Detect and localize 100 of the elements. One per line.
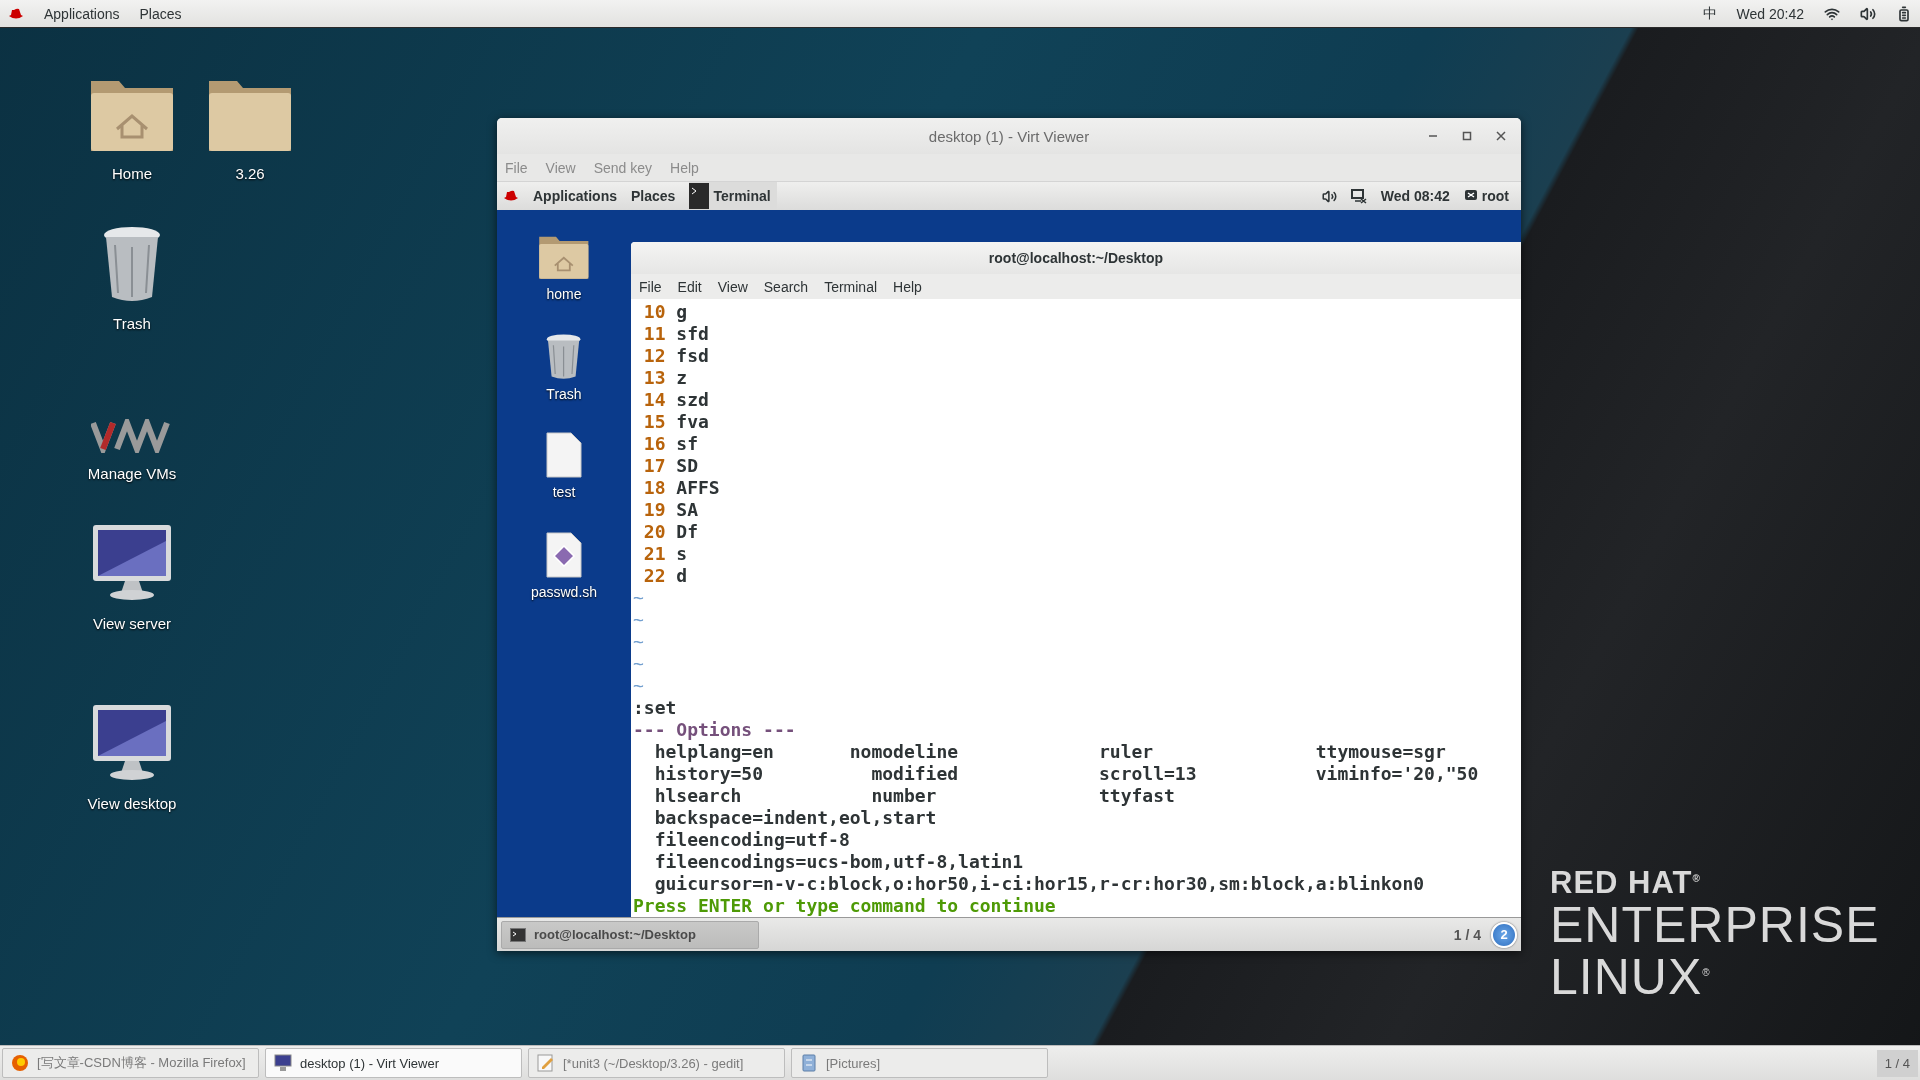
line-text: g bbox=[676, 301, 688, 323]
option-value: nomodeline bbox=[849, 741, 960, 763]
line-text: z bbox=[676, 367, 688, 389]
desktop-icon-label[interactable]: test bbox=[552, 484, 576, 500]
empty-line-marker: ~ bbox=[633, 631, 644, 653]
minimize-icon bbox=[1428, 135, 1438, 137]
trash-icon bbox=[545, 332, 583, 380]
line-number: 10 bbox=[642, 301, 666, 323]
line-number: 13 bbox=[642, 367, 666, 389]
fedora-hat-icon[interactable] bbox=[503, 190, 519, 202]
document-icon bbox=[546, 432, 582, 478]
option-value: guicursor=n-v-c:block,o:hor50,i-ci:hor15,r-cr:hor30,sm:block,a:blinkon0 bbox=[654, 873, 1425, 895]
desktop-icon-label[interactable]: Trash bbox=[546, 386, 582, 402]
top-bar-menu[interactable]: Places bbox=[139, 5, 182, 22]
option-value: helplang=en bbox=[654, 741, 775, 763]
monitor-icon bbox=[91, 523, 173, 603]
fedora-hat-icon[interactable] bbox=[8, 7, 24, 20]
line-number: 17 bbox=[642, 455, 666, 477]
wallpaper-logo-text: LINUX$^{®}$ bbox=[1550, 949, 1712, 1001]
desktop-icon-label[interactable]: Home bbox=[112, 165, 152, 182]
line-text: SD bbox=[676, 455, 698, 477]
terminal-title: root@localhost:~/Desktop bbox=[988, 250, 1164, 266]
monitor-icon bbox=[91, 703, 173, 783]
line-text: fva bbox=[676, 411, 709, 433]
vm-logo-icon bbox=[91, 419, 173, 453]
terminal-icon bbox=[689, 183, 710, 209]
option-value: number bbox=[870, 785, 938, 807]
option-value: ttymouse=sgr bbox=[1315, 741, 1446, 763]
input-method-indicator[interactable]: 中 bbox=[1702, 4, 1717, 23]
menu-item[interactable]: Terminal bbox=[824, 278, 878, 295]
taskbar-window-button[interactable]: [Pictures] bbox=[791, 1048, 1048, 1078]
terminal-task-button[interactable]: Terminal bbox=[689, 182, 777, 210]
line-text: sfd bbox=[676, 323, 709, 345]
line-text: d bbox=[676, 565, 688, 587]
taskbar-window-button[interactable]: [写文章-CSDN博客 - Mozilla Firefox] bbox=[2, 1048, 259, 1078]
empty-line-marker: ~ bbox=[633, 653, 644, 675]
guest-panel-menu[interactable]: Places bbox=[631, 188, 676, 204]
option-value: history=50 bbox=[654, 763, 765, 785]
file-cabinet-icon bbox=[800, 1054, 818, 1072]
desktop-icon-label[interactable]: View desktop bbox=[87, 795, 177, 812]
guest-panel-menu[interactable]: Applications bbox=[533, 188, 617, 204]
volume-icon[interactable] bbox=[1321, 188, 1337, 204]
menu-item[interactable]: Edit bbox=[677, 278, 702, 295]
wallpaper-logo-text: RED HAT$^{®}$ bbox=[1550, 864, 1702, 902]
line-text: Df bbox=[676, 521, 698, 543]
top-bar-menu[interactable]: Applications bbox=[44, 5, 120, 22]
desktop-icon-label[interactable]: home bbox=[546, 286, 582, 302]
globe-icon bbox=[11, 1054, 29, 1072]
menu-item[interactable]: Search bbox=[763, 278, 809, 295]
line-number: 16 bbox=[642, 433, 666, 455]
volume-icon[interactable] bbox=[1860, 5, 1876, 22]
user-menu[interactable]: root bbox=[1481, 188, 1509, 204]
desktop-icon-label[interactable]: Manage VMs bbox=[87, 465, 177, 482]
terminal-task-button[interactable]: root@localhost:~/Desktop bbox=[501, 920, 759, 949]
taskbar-window-button[interactable]: desktop (1) - Virt Viewer bbox=[265, 1048, 522, 1078]
line-text: SA bbox=[676, 499, 698, 521]
script-file-icon bbox=[546, 532, 582, 578]
line-number: 14 bbox=[642, 389, 666, 411]
line-number: 19 bbox=[642, 499, 666, 521]
line-number: 22 bbox=[642, 565, 666, 587]
menu-item[interactable]: View bbox=[717, 278, 748, 295]
workspace-indicator[interactable]: 1 / 4 bbox=[1453, 926, 1481, 943]
desktop-icon-label[interactable]: passwd.sh bbox=[530, 584, 598, 600]
line-number: 12 bbox=[642, 345, 666, 367]
option-value: fileencoding=utf-8 bbox=[654, 829, 850, 851]
maximize-icon bbox=[1462, 131, 1472, 141]
line-number: 21 bbox=[642, 543, 666, 565]
line-text: s bbox=[676, 543, 688, 565]
option-value: backspace=indent,eol,start bbox=[654, 807, 937, 829]
menu-item[interactable]: File bbox=[639, 278, 662, 295]
workspace-indicator[interactable]: 1 / 4 bbox=[1876, 1049, 1918, 1077]
option-value: hlsearch bbox=[654, 785, 743, 807]
option-value: ttyfast bbox=[1098, 785, 1176, 807]
empty-line-marker: ~ bbox=[633, 675, 644, 697]
empty-line-marker: ~ bbox=[633, 587, 644, 609]
line-text: sf bbox=[676, 433, 698, 455]
network-icon[interactable] bbox=[1350, 188, 1367, 204]
desktop-icon-label[interactable]: Trash bbox=[113, 315, 151, 332]
option-value: modified bbox=[870, 763, 960, 785]
desktop-icon-label[interactable]: View server bbox=[92, 615, 172, 632]
option-value: fileencodings=ucs-bom,utf-8,latin1 bbox=[654, 851, 1024, 873]
battery-icon[interactable] bbox=[1896, 5, 1912, 22]
taskbar-window-button[interactable]: [*unit3 (~/Desktop/3.26) - gedit] bbox=[528, 1048, 785, 1078]
terminal-icon bbox=[510, 927, 526, 942]
desktop-icon-label[interactable]: 3.26 bbox=[235, 165, 265, 182]
option-value: viminfo='20,"50 bbox=[1315, 763, 1479, 785]
line-number: 20 bbox=[642, 521, 666, 543]
continue-prompt: Press ENTER or type command to continue bbox=[633, 895, 1056, 917]
line-number: 15 bbox=[642, 411, 666, 433]
command-line: :set bbox=[633, 697, 677, 719]
window-title: desktop (1) - Virt Viewer bbox=[928, 127, 1090, 145]
clock[interactable]: Wed 20:42 bbox=[1736, 5, 1804, 22]
empty-line-marker: ~ bbox=[633, 609, 644, 631]
line-number: 18 bbox=[642, 477, 666, 499]
option-value: scroll=13 bbox=[1098, 763, 1198, 785]
line-text: fsd bbox=[676, 345, 709, 367]
line-number: 11 bbox=[642, 323, 666, 345]
clock[interactable]: Wed 08:42 bbox=[1380, 188, 1450, 204]
pencil-document-icon bbox=[537, 1054, 555, 1072]
menu-item[interactable]: Help bbox=[893, 278, 922, 295]
